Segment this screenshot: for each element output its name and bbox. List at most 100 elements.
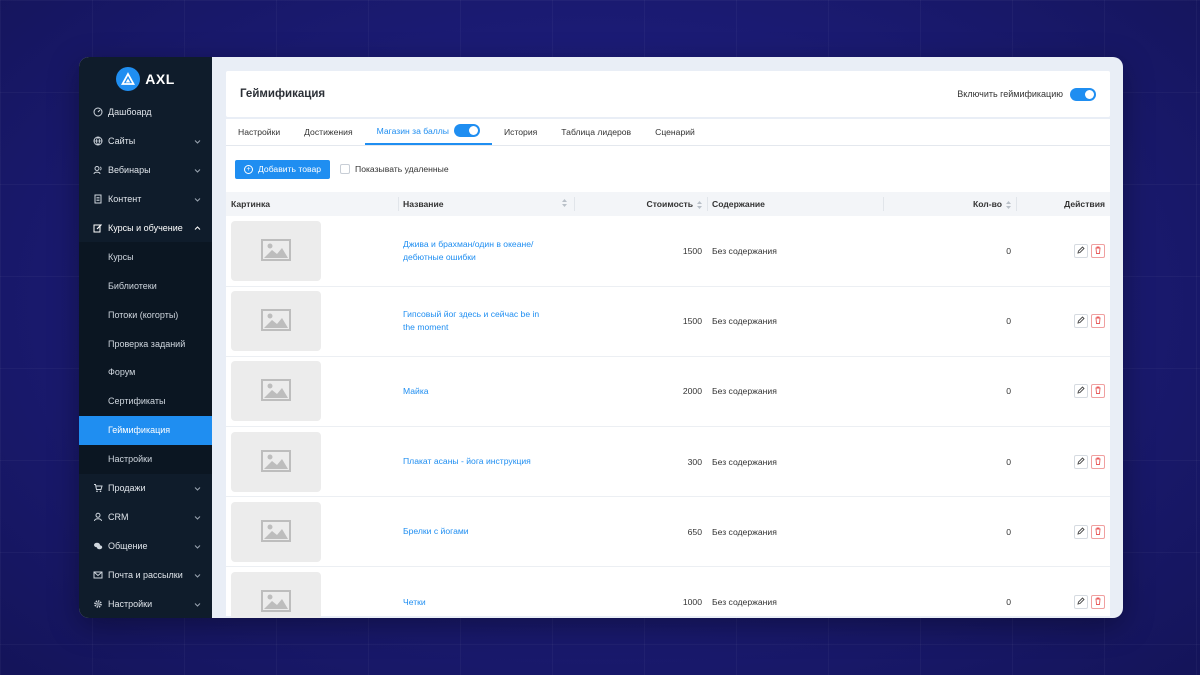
- delete-button[interactable]: [1091, 384, 1105, 399]
- cell-name: Плакат асаны - йога инструкция: [398, 427, 574, 497]
- show-deleted-option[interactable]: Показывать удаленные: [340, 164, 449, 174]
- sidebar-subitem-1[interactable]: Курсы: [79, 242, 212, 271]
- tab-5[interactable]: Таблица лидеров: [549, 118, 643, 145]
- sidebar-item-3[interactable]: Вебинары: [79, 156, 212, 185]
- table-header-row: Картинка Название Стоимость Содержание К…: [226, 192, 1110, 216]
- image-placeholder[interactable]: [231, 572, 321, 618]
- edit-button[interactable]: [1074, 454, 1088, 469]
- sidebar-item-2[interactable]: Сайты: [79, 127, 212, 156]
- cell-content: Без содержания: [712, 526, 777, 537]
- col-header-cost[interactable]: Стоимость: [574, 192, 707, 216]
- product-name-link[interactable]: Гипсовый йог здесь и сейчас be in the mo…: [403, 308, 553, 334]
- image-placeholder[interactable]: [231, 431, 321, 492]
- tab-label: Таблица лидеров: [561, 126, 632, 137]
- sidebar-subitem-4[interactable]: Проверка заданий: [79, 329, 212, 358]
- cell-image: [226, 427, 398, 497]
- gamification-toggle[interactable]: [1070, 87, 1096, 101]
- product-name-link[interactable]: Брелки с йогами: [403, 525, 553, 538]
- cell-content: Без содержания: [712, 456, 777, 467]
- sidebar-item-label: Почта и рассылки: [108, 569, 183, 580]
- cell-image: [226, 567, 398, 618]
- col-header-image: Картинка: [231, 199, 271, 209]
- product-name-link[interactable]: Майка: [403, 385, 553, 398]
- tab-6[interactable]: Сценарий: [643, 118, 707, 145]
- image-placeholder[interactable]: [231, 501, 321, 562]
- chevron-down-icon: [194, 600, 201, 607]
- product-name-link[interactable]: Джива и брахман/один в океане/ дебютные …: [403, 238, 553, 264]
- chat-icon: [93, 541, 103, 551]
- image-placeholder[interactable]: [231, 291, 321, 352]
- gamification-toggle-group: Включить геймификацию: [957, 87, 1096, 101]
- tab-2[interactable]: Достижения: [292, 118, 364, 145]
- gear-icon: [93, 599, 103, 609]
- sort-icon: [562, 199, 567, 207]
- delete-button[interactable]: [1091, 524, 1105, 539]
- col-header-qty[interactable]: Кол-во: [883, 192, 1016, 216]
- sidebar-subitem-label: Форум: [108, 367, 136, 378]
- cell-cost: 650: [687, 526, 702, 537]
- sidebar-item-9[interactable]: Почта и рассылки: [79, 560, 212, 589]
- trash-icon: [1094, 316, 1102, 326]
- table-row: Майка 2000 Без содержания 0: [226, 356, 1110, 427]
- pencil-icon: [1077, 386, 1085, 396]
- tab-3[interactable]: Магазин за баллы: [364, 118, 492, 145]
- sidebar-nav: Дашбоард Сайты Вебинары Контент Курсы и обуч…: [79, 98, 212, 618]
- edit-button[interactable]: [1074, 384, 1088, 399]
- sidebar-item-6[interactable]: Продажи: [79, 474, 212, 503]
- image-placeholder[interactable]: [231, 220, 321, 281]
- sidebar-item-label: Курсы и обучение: [108, 223, 183, 233]
- edit-button[interactable]: [1074, 524, 1088, 539]
- cell-image: [226, 356, 398, 426]
- chevron-up-icon: [194, 224, 201, 231]
- cell-image: [226, 286, 398, 356]
- add-product-button[interactable]: + Добавить товар: [235, 159, 331, 179]
- logo[interactable]: AXL: [79, 61, 212, 97]
- sidebar-subitem-label: Библиотеки: [108, 280, 157, 291]
- cell-cost: 1500: [682, 245, 702, 256]
- shop-toggle[interactable]: [453, 124, 480, 137]
- sidebar-item-1[interactable]: Дашбоард: [79, 98, 212, 127]
- image-icon: [261, 379, 291, 403]
- product-name-link[interactable]: Плакат асаны - йога инструкция: [403, 455, 553, 468]
- trash-icon: [1094, 597, 1102, 607]
- sidebar-item-4[interactable]: Контент: [79, 185, 212, 214]
- edit-button[interactable]: [1074, 314, 1088, 329]
- image-icon: [261, 519, 291, 544]
- delete-button[interactable]: [1091, 454, 1105, 469]
- product-name-link[interactable]: Четки: [403, 596, 553, 609]
- sidebar-item-label: Продажи: [108, 483, 146, 494]
- col-header-name[interactable]: Название: [398, 192, 574, 216]
- trash-icon: [1094, 386, 1102, 396]
- delete-button[interactable]: [1091, 595, 1105, 610]
- cell-name: Джива и брахман/один в океане/ дебютные …: [398, 216, 574, 286]
- sidebar-item-8[interactable]: Общение: [79, 531, 212, 560]
- show-deleted-checkbox[interactable]: [340, 164, 351, 174]
- tab-1[interactable]: Настройки: [226, 118, 292, 145]
- sidebar-subitem-3[interactable]: Потоки (когорты): [79, 300, 212, 329]
- sidebar-subitem-7[interactable]: Геймификация: [79, 415, 212, 445]
- sidebar-item-10[interactable]: Настройки: [79, 589, 212, 618]
- cell-actions: [1016, 427, 1110, 497]
- sidebar-subitem-8[interactable]: Настройки: [79, 445, 212, 474]
- sidebar-subitem-6[interactable]: Сертификаты: [79, 387, 212, 416]
- delete-button[interactable]: [1091, 314, 1105, 329]
- sidebar-subitem-2[interactable]: Библиотеки: [79, 271, 212, 300]
- sidebar-subitem-label: Курсы: [108, 251, 134, 262]
- table-row: Четки 1000 Без содержания 0: [226, 567, 1110, 618]
- cell-actions: [1016, 567, 1110, 618]
- edit-button[interactable]: [1074, 595, 1088, 610]
- sidebar-item-7[interactable]: CRM: [79, 502, 212, 531]
- sidebar-subitem-5[interactable]: Форум: [79, 358, 212, 387]
- image-icon: [261, 590, 291, 614]
- tab-4[interactable]: История: [492, 118, 549, 145]
- edit-button[interactable]: [1074, 243, 1088, 258]
- table-row: Плакат асаны - йога инструкция 300 Без с…: [226, 427, 1110, 497]
- delete-button[interactable]: [1091, 243, 1105, 258]
- pencil-icon: [1077, 597, 1085, 607]
- products-table: Картинка Название Стоимость Содержание К…: [226, 192, 1110, 618]
- image-placeholder[interactable]: [231, 361, 321, 422]
- cell-image: [226, 497, 398, 567]
- sidebar-subitem-label: Потоки (когорты): [108, 309, 179, 320]
- sidebar-item-5[interactable]: Курсы и обучение: [79, 214, 212, 243]
- cell-cost: 1000: [682, 597, 702, 608]
